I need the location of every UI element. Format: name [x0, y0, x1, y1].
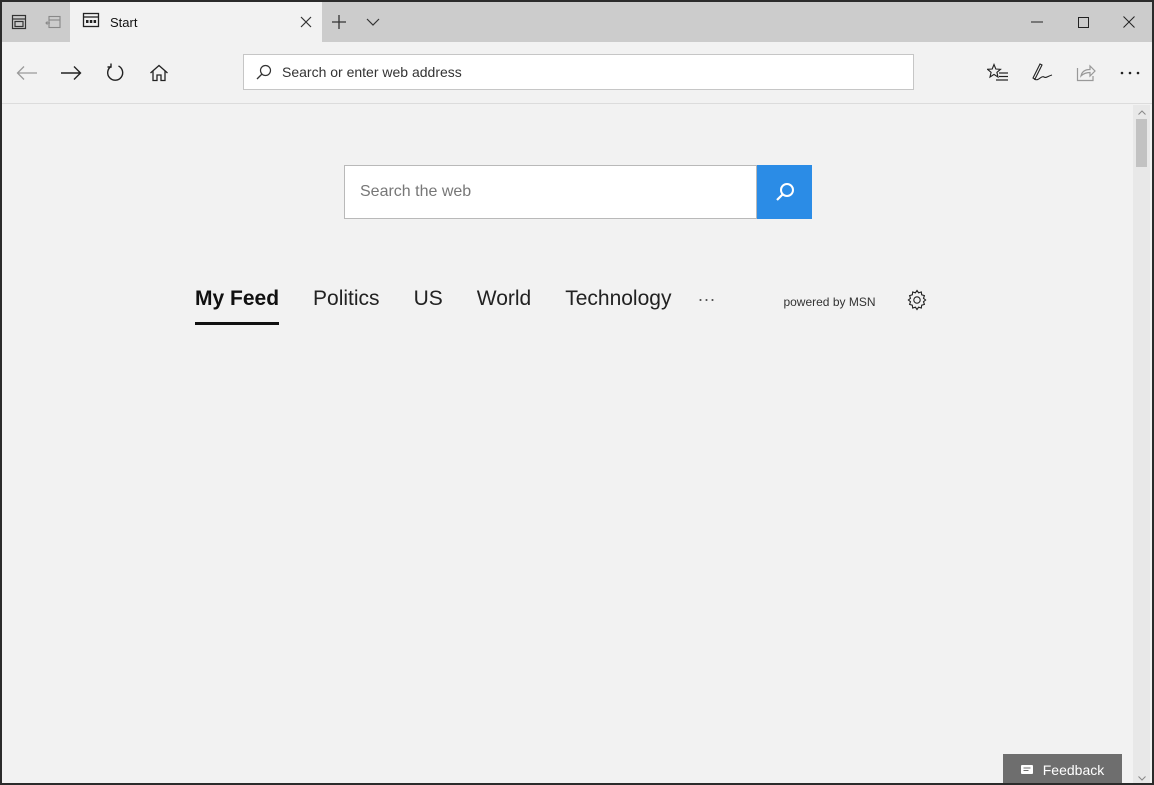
- feedback-label: Feedback: [1042, 761, 1105, 778]
- close-window-button[interactable]: [1106, 2, 1152, 42]
- home-button[interactable]: [137, 51, 181, 95]
- navigation-bar: [2, 42, 1152, 104]
- chevron-down-icon: [366, 18, 380, 26]
- customize-settings-button[interactable]: [906, 289, 928, 316]
- window-controls: [1014, 2, 1152, 42]
- refresh-button[interactable]: [93, 51, 137, 95]
- share-icon: [1076, 64, 1096, 82]
- favorites-button[interactable]: [976, 51, 1020, 95]
- title-bar: Start: [2, 2, 1152, 42]
- favorites-icon: [987, 63, 1008, 81]
- maximize-button[interactable]: [1060, 2, 1106, 42]
- web-search-box: [344, 165, 814, 221]
- search-icon: [256, 64, 272, 80]
- page-icon: [82, 12, 100, 33]
- forward-arrow-icon: [61, 65, 82, 80]
- address-bar[interactable]: [243, 54, 914, 90]
- new-tab-button[interactable]: [322, 2, 356, 42]
- scroll-up-arrow-icon[interactable]: [1133, 105, 1150, 119]
- pen-icon: [1032, 63, 1053, 81]
- back-arrow-icon: [16, 65, 37, 80]
- feed-tab-politics[interactable]: Politics: [313, 287, 380, 325]
- address-input[interactable]: [282, 64, 882, 80]
- page-scrollbar[interactable]: [1133, 105, 1150, 783]
- feed-more-button[interactable]: ···: [697, 289, 715, 310]
- share-button[interactable]: [1064, 51, 1108, 95]
- message-icon: [1020, 765, 1033, 774]
- close-tab-icon[interactable]: [296, 12, 316, 32]
- close-icon: [1123, 16, 1135, 28]
- minimize-button[interactable]: [1014, 2, 1060, 42]
- more-button[interactable]: [1108, 51, 1152, 95]
- tab-title: Start: [110, 14, 138, 30]
- more-icon: [1120, 71, 1140, 75]
- browser-window: Start Search or enter web address Search…: [0, 0, 1154, 785]
- web-search-input[interactable]: [344, 165, 757, 219]
- web-search-button[interactable]: [757, 165, 812, 219]
- set-aside-tabs-icon[interactable]: [36, 2, 70, 42]
- start-page-content: My Feed Politics US World Technology ···…: [2, 105, 1135, 783]
- tab-manager-icon[interactable]: [2, 2, 36, 42]
- feed-tab-my-feed[interactable]: My Feed: [195, 287, 280, 325]
- scroll-down-arrow-icon[interactable]: [1133, 771, 1150, 783]
- feed-navigation: My Feed Politics US World Technology ···…: [195, 287, 928, 327]
- feed-tab-world[interactable]: World: [477, 287, 531, 325]
- minimize-icon: [1031, 21, 1043, 23]
- powered-by-msn: powered by MSN: [783, 295, 876, 309]
- refresh-icon: [107, 63, 124, 81]
- toolbar-right: [976, 51, 1152, 95]
- gear-icon: [907, 289, 926, 311]
- search-icon: [775, 183, 794, 201]
- feedback-button[interactable]: Feedback: [1003, 754, 1122, 783]
- feed-tab-us[interactable]: US: [414, 287, 443, 325]
- tab-preview-button[interactable]: [356, 2, 390, 42]
- feed-tab-technology[interactable]: Technology: [565, 287, 671, 325]
- scroll-thumb[interactable]: [1136, 119, 1147, 167]
- maximize-icon: [1077, 16, 1089, 28]
- tab-start[interactable]: Start: [70, 2, 322, 42]
- plus-icon: [332, 15, 346, 29]
- back-button[interactable]: [5, 51, 49, 95]
- home-icon: [150, 64, 168, 81]
- forward-button[interactable]: [49, 51, 93, 95]
- notes-button[interactable]: [1020, 51, 1064, 95]
